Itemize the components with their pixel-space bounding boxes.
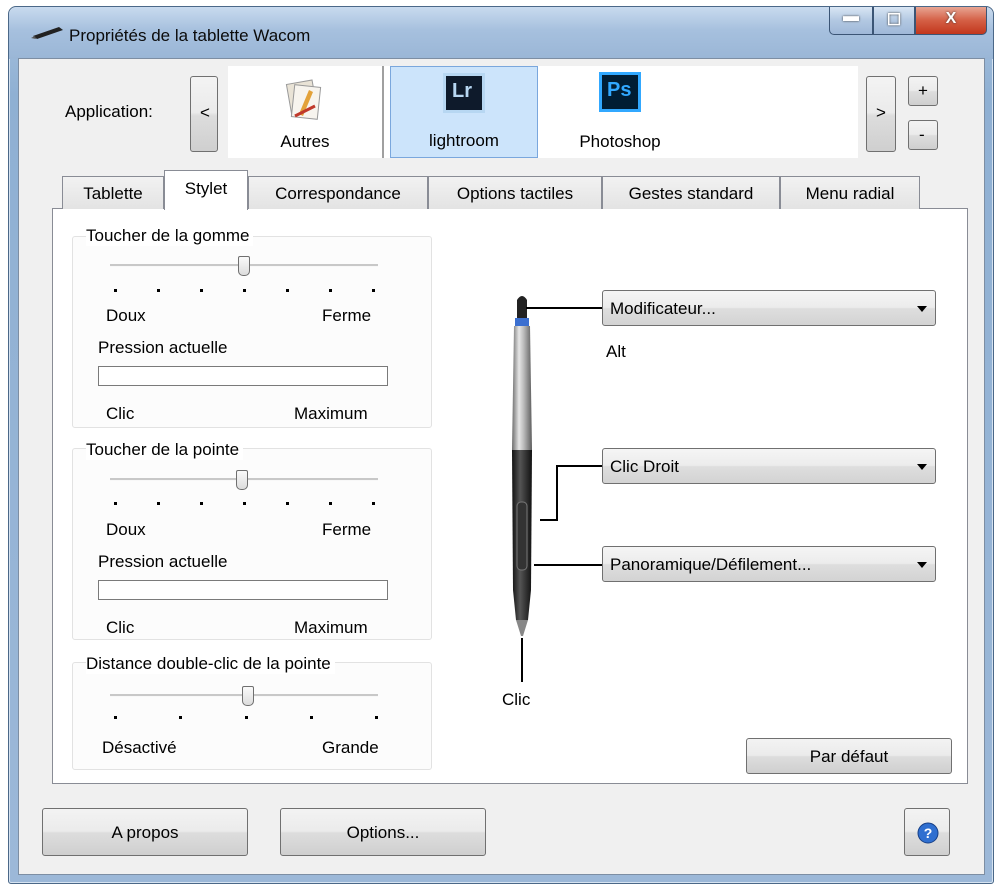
photoshop-icon: Ps — [599, 72, 641, 112]
eraser-pressure-bar — [98, 366, 388, 386]
eraser-feel-slider[interactable] — [238, 256, 250, 276]
svg-text:?: ? — [924, 825, 933, 841]
chevron-down-icon — [917, 464, 927, 470]
eraser-action-subtext: Alt — [606, 342, 626, 361]
app-separator — [382, 66, 384, 158]
lower-button-connector — [534, 564, 602, 566]
maximize-icon: ☐ — [886, 12, 902, 29]
minimize-icon: ▬ — [843, 8, 859, 25]
app-name: Autres — [280, 132, 330, 151]
double-click-slider[interactable] — [242, 686, 254, 706]
tab-gestes-standard[interactable]: Gestes standard — [602, 176, 780, 209]
eraser-soft-label: Doux — [106, 306, 146, 325]
tab-menu-radial[interactable]: Menu radial — [780, 176, 920, 209]
maximize-button[interactable]: ☐ — [873, 7, 915, 35]
tip-feel-title: Toucher de la pointe — [86, 440, 244, 460]
tip-feel-slider[interactable] — [236, 470, 248, 490]
add-app-button[interactable]: + — [908, 76, 938, 106]
eraser-action-dropdown[interactable]: Modificateur... — [602, 290, 936, 326]
app-item-autres[interactable]: Autres — [250, 66, 360, 158]
tip-firm-label: Ferme — [322, 520, 372, 539]
app-item-lightroom[interactable]: Lr lightroom — [390, 66, 538, 158]
pen-illustration — [512, 296, 532, 636]
tip-connector — [521, 638, 523, 682]
about-button[interactable]: A propos — [42, 808, 248, 856]
close-icon: X — [945, 10, 957, 27]
app-name: lightroom — [429, 131, 499, 150]
tip-pressure-bar — [98, 580, 388, 600]
tip-action-label: Clic — [502, 690, 531, 709]
eraser-feel-title: Toucher de la gomme — [86, 226, 254, 246]
minimize-button[interactable]: ▬ — [829, 7, 873, 35]
eraser-firm-label: Ferme — [322, 306, 372, 325]
app-name: Photoshop — [579, 132, 661, 151]
upper-button-dropdown[interactable]: Clic Droit — [602, 448, 936, 484]
eraser-max-label: Maximum — [294, 404, 368, 423]
next-app-button[interactable]: > — [866, 76, 896, 152]
previous-app-button[interactable]: < — [190, 76, 218, 152]
eraser-pressure-label: Pression actuelle — [98, 338, 228, 357]
tip-feel-group — [72, 448, 432, 640]
double-click-large-label: Grande — [322, 738, 379, 757]
eraser-click-label: Clic — [106, 404, 135, 423]
options-button[interactable]: Options... — [280, 808, 486, 856]
default-button[interactable]: Par défaut — [746, 738, 952, 774]
help-icon: ? — [917, 822, 939, 844]
pen-icon — [31, 27, 63, 39]
upper-button-connector — [556, 465, 602, 467]
tip-pressure-label: Pression actuelle — [98, 552, 228, 571]
title-bar[interactable]: Propriétés de la tablette Wacom ▬ ☐ X — [9, 7, 993, 59]
close-button[interactable]: X — [915, 7, 987, 35]
eraser-connector — [526, 307, 602, 309]
chevron-down-icon — [917, 306, 927, 312]
double-click-off-label: Désactivé — [102, 738, 177, 757]
lower-button-dropdown[interactable]: Panoramique/Défilement... — [602, 546, 936, 582]
minus-icon: - — [919, 125, 925, 144]
app-item-photoshop[interactable]: Ps Photoshop — [560, 66, 680, 158]
side-switch — [516, 501, 528, 571]
window-title: Propriétés de la tablette Wacom — [69, 26, 311, 45]
tip-max-label: Maximum — [294, 618, 368, 637]
chevron-down-icon — [917, 562, 927, 568]
remove-app-button[interactable]: - — [908, 120, 938, 150]
tip-soft-label: Doux — [106, 520, 146, 539]
plus-icon: + — [918, 81, 928, 100]
blue-ring — [515, 318, 529, 326]
double-click-title: Distance double-clic de la pointe — [86, 654, 335, 674]
tab-correspondance[interactable]: Correspondance — [248, 176, 428, 209]
tip-click-label: Clic — [106, 618, 135, 637]
tab-stylet[interactable]: Stylet — [164, 170, 248, 210]
lightroom-icon: Lr — [443, 73, 485, 113]
tab-options-tactiles[interactable]: Options tactiles — [428, 176, 602, 209]
tab-tablette[interactable]: Tablette — [62, 176, 164, 209]
application-label: Application: — [65, 102, 153, 121]
pen-document-icon — [285, 79, 322, 120]
chevron-right-icon: > — [876, 103, 886, 122]
help-button[interactable]: ? — [904, 808, 950, 856]
chevron-left-icon: < — [200, 103, 210, 122]
